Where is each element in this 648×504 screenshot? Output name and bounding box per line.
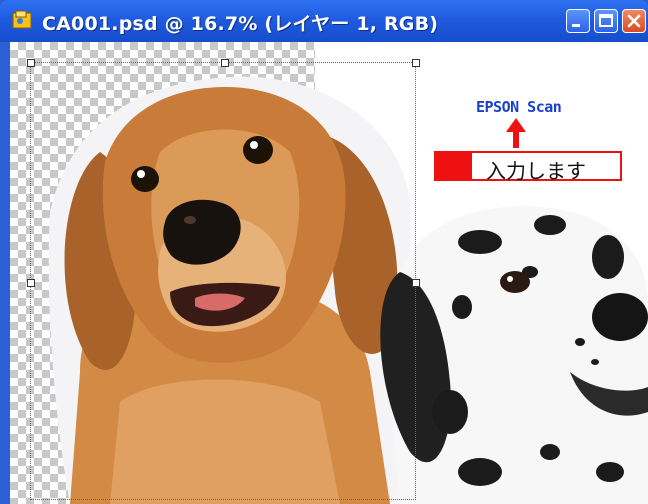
minimize-button[interactable] (566, 9, 590, 33)
epson-scan-label: EPSON Scan (476, 98, 562, 116)
document-window: CA001.psd @ 16.7% (レイヤー 1, RGB) EPSON Sc… (0, 0, 648, 504)
document-canvas[interactable]: EPSON Scan 入力します (10, 42, 648, 504)
arrow-up-icon (506, 118, 526, 148)
transform-handle[interactable] (412, 279, 420, 287)
maximize-icon (599, 14, 613, 27)
callout-text: 入力します (486, 159, 586, 183)
selection-bounding-box[interactable] (27, 59, 420, 500)
transform-handle[interactable] (27, 279, 35, 287)
maximize-button[interactable] (594, 9, 618, 33)
photoshop-document-icon[interactable] (12, 10, 34, 30)
transform-handle[interactable] (221, 59, 229, 67)
window-title: CA001.psd @ 16.7% (レイヤー 1, RGB) (42, 13, 439, 35)
title-bar[interactable]: CA001.psd @ 16.7% (レイヤー 1, RGB) (0, 0, 648, 42)
transform-handle[interactable] (412, 59, 420, 67)
close-button[interactable] (622, 9, 646, 33)
input-callout: 入力します (434, 151, 622, 183)
transform-handle[interactable] (27, 59, 35, 67)
dalmatian (380, 206, 648, 504)
callout-marker (436, 153, 472, 179)
close-icon (627, 14, 641, 28)
minimize-icon (572, 24, 580, 27)
